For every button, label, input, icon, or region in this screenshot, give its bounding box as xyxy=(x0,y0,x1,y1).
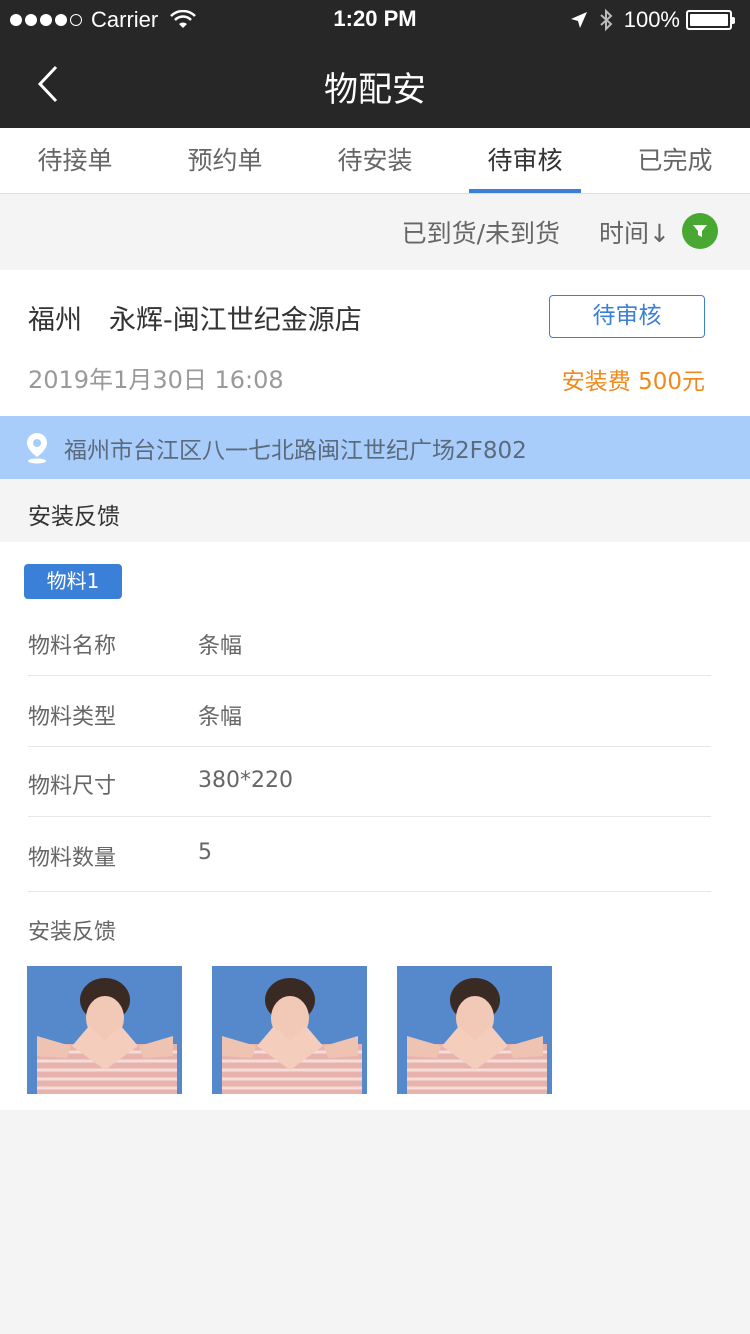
install-fee: 安装费 500元 xyxy=(561,369,705,395)
tab-pending-review[interactable]: 待审核 xyxy=(450,128,600,193)
location-arrow-icon xyxy=(570,12,587,28)
address-bar[interactable]: 福州市台江区八一七北路闽江世纪广场2F802 xyxy=(0,416,750,479)
arrival-filter[interactable]: 已到货/未到货 xyxy=(402,214,560,250)
tab-completed[interactable]: 已完成 xyxy=(600,128,750,193)
feedback-photo[interactable] xyxy=(212,966,367,1094)
funnel-icon xyxy=(693,225,707,237)
navigation-bar: 物配安 xyxy=(0,40,750,128)
row-value: 5 xyxy=(198,840,212,865)
feedback-photo[interactable] xyxy=(397,966,552,1094)
store-name: 福州 永辉-闽江世纪金源店 xyxy=(28,305,362,336)
row-value: 条幅 xyxy=(198,634,243,659)
time-sort[interactable]: 时间↓ xyxy=(599,214,670,250)
signal-icon xyxy=(10,14,85,26)
status-bar: Carrier 1:20 PM 100% xyxy=(0,0,750,40)
filter-bar: 已到货/未到货 时间↓ xyxy=(0,194,750,270)
status-right: 100% xyxy=(570,6,735,34)
feedback-label: 安装反馈 xyxy=(28,920,117,945)
order-date: 2019年1月30日 16:08 xyxy=(28,366,284,394)
battery-percent: 100% xyxy=(623,7,680,32)
page-title: 物配安 xyxy=(324,70,426,110)
battery-icon xyxy=(686,10,735,30)
row-label: 物料数量 xyxy=(28,846,117,871)
row-label: 物料类型 xyxy=(28,705,117,730)
carrier-label: Carrier xyxy=(91,7,159,32)
chevron-left-icon xyxy=(37,65,58,103)
tab-appointment[interactable]: 预约单 xyxy=(150,128,300,193)
status-tabs: 待接单 预约单 待安装 待审核 已完成 xyxy=(0,128,750,194)
row-value: 380*220 xyxy=(198,768,293,793)
review-status-button[interactable]: 待审核 xyxy=(549,295,705,338)
address-text: 福州市台江区八一七北路闽江世纪广场2F802 xyxy=(64,437,527,464)
material-row-quantity: 物料数量 5 xyxy=(28,817,711,892)
filter-button[interactable] xyxy=(682,213,718,249)
material-row-type: 物料类型 条幅 xyxy=(28,676,711,747)
material-row-name: 物料名称 条幅 xyxy=(28,604,711,676)
feedback-photos xyxy=(27,966,582,1094)
section-header: 安装反馈 xyxy=(0,479,750,542)
bluetooth-icon xyxy=(600,8,613,32)
material-row-size: 物料尺寸 380*220 xyxy=(28,747,711,817)
status-left: Carrier xyxy=(10,6,197,34)
row-label: 物料名称 xyxy=(28,634,117,659)
order-card: 福州 永辉-闽江世纪金源店 待审核 2019年1月30日 16:08 安装费 5… xyxy=(0,270,750,416)
section-title: 安装反馈 xyxy=(28,504,120,530)
material-block: 物料1 物料名称 条幅 物料类型 条幅 物料尺寸 380*220 物料数量 5 … xyxy=(0,542,750,1110)
tab-pending-install[interactable]: 待安装 xyxy=(300,128,450,193)
row-label: 物料尺寸 xyxy=(28,774,117,799)
wifi-icon xyxy=(170,10,197,28)
row-value: 条幅 xyxy=(198,705,243,730)
feedback-photo[interactable] xyxy=(27,966,182,1094)
tab-pending-accept[interactable]: 待接单 xyxy=(0,128,150,193)
material-badge: 物料1 xyxy=(24,564,122,599)
back-button[interactable] xyxy=(24,60,72,108)
location-pin-icon xyxy=(27,432,47,463)
